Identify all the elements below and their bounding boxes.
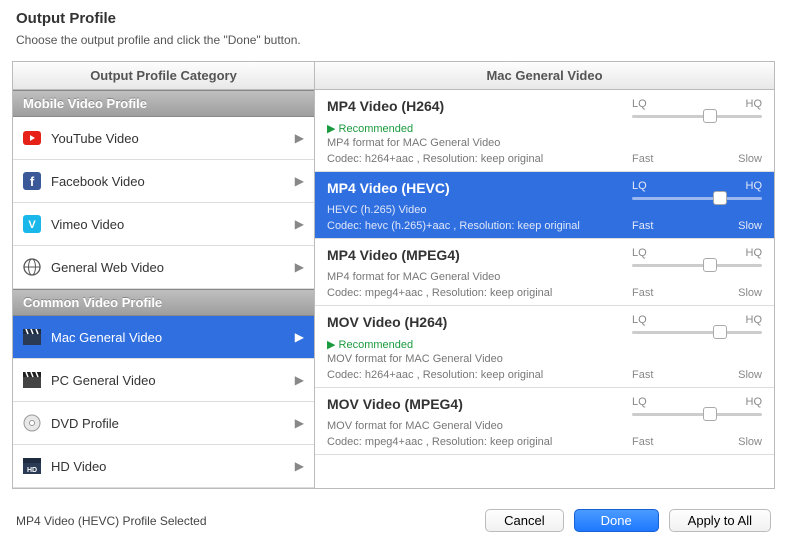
- header: Output Profile Choose the output profile…: [0, 0, 787, 53]
- profile-title: MP4 Video (MPEG4): [327, 247, 632, 263]
- page-title: Output Profile: [16, 10, 771, 27]
- category-facebook[interactable]: f Facebook Video ▶: [13, 160, 314, 203]
- chevron-right-icon: ▶: [295, 131, 304, 145]
- done-button[interactable]: Done: [574, 509, 659, 532]
- profile-desc: MP4 format for MAC General Video: [327, 271, 762, 283]
- globe-icon: [23, 258, 41, 276]
- profile-codec: Codec: hevc (h.265)+aac , Resolution: ke…: [327, 220, 632, 232]
- svg-text:HD: HD: [27, 467, 37, 474]
- category-label: Facebook Video: [51, 174, 295, 189]
- cancel-button[interactable]: Cancel: [485, 509, 563, 532]
- category-dvd[interactable]: DVD Profile ▶: [13, 402, 314, 445]
- hq-label: HQ: [746, 180, 763, 192]
- lq-label: LQ: [632, 396, 647, 408]
- profile-item[interactable]: MP4 Video (HEVC) LQ HQ HEVC (h.265) Video…: [315, 172, 774, 239]
- category-vimeo[interactable]: V Vimeo Video ▶: [13, 203, 314, 246]
- profile-desc: MOV format for MAC General Video: [327, 420, 762, 432]
- profile-desc: MOV format for MAC General Video: [327, 353, 762, 365]
- profile-item[interactable]: MOV Video (H264) LQ HQ ▶ Recommended MOV …: [315, 306, 774, 388]
- quality-slider[interactable]: LQ HQ: [632, 247, 762, 269]
- facebook-icon: f: [23, 172, 41, 190]
- hq-label: HQ: [746, 98, 763, 110]
- category-label: General Web Video: [51, 260, 295, 275]
- chevron-right-icon: ▶: [295, 260, 304, 274]
- chevron-right-icon: ▶: [295, 330, 304, 344]
- quality-slider[interactable]: LQ HQ: [632, 180, 762, 202]
- category-panel: Output Profile Category Mobile Video Pro…: [13, 62, 315, 488]
- speed-labels: FastSlow: [632, 369, 762, 381]
- hq-label: HQ: [746, 247, 763, 259]
- category-header: Output Profile Category: [13, 62, 314, 90]
- profile-panel: Mac General Video MP4 Video (H264) LQ HQ …: [315, 62, 774, 488]
- vimeo-icon: V: [23, 215, 41, 233]
- svg-text:V: V: [28, 219, 36, 231]
- profile-title: MOV Video (H264): [327, 314, 632, 330]
- category-label: PC General Video: [51, 373, 295, 388]
- lq-label: LQ: [632, 180, 647, 192]
- quality-slider[interactable]: LQ HQ: [632, 396, 762, 418]
- quality-slider[interactable]: LQ HQ: [632, 314, 762, 336]
- category-pc-general[interactable]: PC General Video ▶: [13, 359, 314, 402]
- profile-item[interactable]: MOV Video (MPEG4) LQ HQ MOV format for MA…: [315, 388, 774, 455]
- category-hd[interactable]: HD HD Video ▶: [13, 445, 314, 488]
- clapper-icon: [23, 328, 41, 346]
- lq-label: LQ: [632, 247, 647, 259]
- category-label: Mac General Video: [51, 330, 295, 345]
- speed-labels: FastSlow: [632, 436, 762, 448]
- profile-codec: Codec: mpeg4+aac , Resolution: keep orig…: [327, 436, 632, 448]
- speed-labels: FastSlow: [632, 153, 762, 165]
- profile-list: MP4 Video (H264) LQ HQ ▶ Recommended MP4 …: [315, 90, 774, 488]
- hq-label: HQ: [746, 396, 763, 408]
- category-label: DVD Profile: [51, 416, 295, 431]
- quality-slider[interactable]: LQ HQ: [632, 98, 762, 120]
- category-label: YouTube Video: [51, 131, 295, 146]
- disc-icon: [23, 414, 41, 432]
- category-label: Vimeo Video: [51, 217, 295, 232]
- category-label: HD Video: [51, 459, 295, 474]
- status-text: MP4 Video (HEVC) Profile Selected: [16, 514, 475, 528]
- chevron-right-icon: ▶: [295, 459, 304, 473]
- section-mobile: Mobile Video Profile: [13, 90, 314, 117]
- profile-title: MP4 Video (HEVC): [327, 180, 632, 196]
- profile-title: MP4 Video (H264): [327, 98, 632, 114]
- clapper-icon: [23, 371, 41, 389]
- footer: MP4 Video (HEVC) Profile Selected Cancel…: [0, 499, 787, 542]
- profile-codec: Codec: h264+aac , Resolution: keep origi…: [327, 369, 632, 381]
- page-subtitle: Choose the output profile and click the …: [16, 33, 771, 47]
- profile-title: MOV Video (MPEG4): [327, 396, 632, 412]
- speed-labels: FastSlow: [632, 220, 762, 232]
- apply-all-button[interactable]: Apply to All: [669, 509, 771, 532]
- profile-desc: MP4 format for MAC General Video: [327, 137, 762, 149]
- category-general-web[interactable]: General Web Video ▶: [13, 246, 314, 289]
- speed-labels: FastSlow: [632, 287, 762, 299]
- main-panel: Output Profile Category Mobile Video Pro…: [12, 61, 775, 489]
- profile-item[interactable]: MP4 Video (H264) LQ HQ ▶ Recommended MP4 …: [315, 90, 774, 172]
- svg-text:f: f: [30, 174, 35, 189]
- profile-header: Mac General Video: [315, 62, 774, 90]
- hd-clapper-icon: HD: [23, 457, 41, 475]
- youtube-icon: [23, 129, 41, 147]
- recommended-badge: ▶ Recommended: [327, 338, 762, 351]
- category-youtube[interactable]: YouTube Video ▶: [13, 117, 314, 160]
- chevron-right-icon: ▶: [295, 373, 304, 387]
- profile-desc: HEVC (h.265) Video: [327, 204, 762, 216]
- profile-codec: Codec: h264+aac , Resolution: keep origi…: [327, 153, 632, 165]
- hq-label: HQ: [746, 314, 763, 326]
- profile-item[interactable]: MP4 Video (MPEG4) LQ HQ MP4 format for MA…: [315, 239, 774, 306]
- category-mac-general[interactable]: Mac General Video ▶: [13, 316, 314, 359]
- profile-codec: Codec: mpeg4+aac , Resolution: keep orig…: [327, 287, 632, 299]
- chevron-right-icon: ▶: [295, 174, 304, 188]
- lq-label: LQ: [632, 314, 647, 326]
- chevron-right-icon: ▶: [295, 416, 304, 430]
- section-common: Common Video Profile: [13, 289, 314, 316]
- lq-label: LQ: [632, 98, 647, 110]
- chevron-right-icon: ▶: [295, 217, 304, 231]
- recommended-badge: ▶ Recommended: [327, 122, 762, 135]
